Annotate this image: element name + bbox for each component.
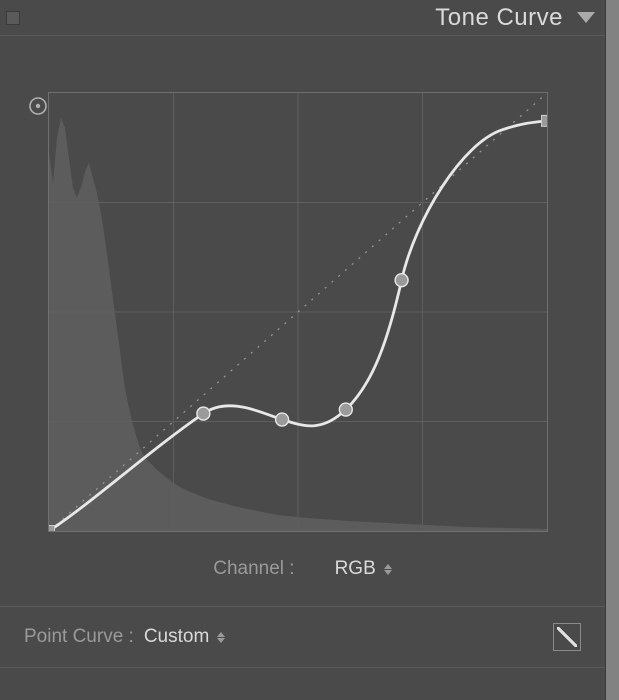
curve-section: Channel : RGB (0, 36, 605, 607)
tone-curve-graph[interactable] (48, 92, 548, 532)
point-curve-toggle-icon[interactable] (553, 623, 581, 651)
panel-header: Tone Curve (0, 0, 605, 36)
point-curve-value: Custom (144, 626, 209, 648)
updown-icon (384, 564, 392, 575)
channel-row: Channel : RGB (24, 532, 581, 594)
targeted-adjustment-icon[interactable] (28, 96, 48, 116)
point-curve-section: Point Curve : Custom (0, 607, 605, 668)
header-right: Tone Curve (435, 4, 595, 32)
panel-title: Tone Curve (435, 4, 563, 32)
channel-value: RGB (335, 558, 376, 580)
point-curve-left: Point Curve : Custom (24, 626, 225, 648)
collapse-icon[interactable] (577, 12, 595, 23)
point-curve-label: Point Curve : (24, 626, 134, 648)
point-curve-dropdown[interactable]: Custom (144, 626, 225, 648)
curve-area (24, 92, 581, 532)
channel-dropdown[interactable]: RGB (335, 558, 392, 580)
updown-icon (217, 632, 225, 643)
scrollbar[interactable] (605, 0, 619, 700)
channel-label: Channel : (213, 558, 294, 580)
panel-switch[interactable] (6, 11, 20, 25)
tone-curve-panel: Tone Curve Channel : RGB (0, 0, 605, 700)
